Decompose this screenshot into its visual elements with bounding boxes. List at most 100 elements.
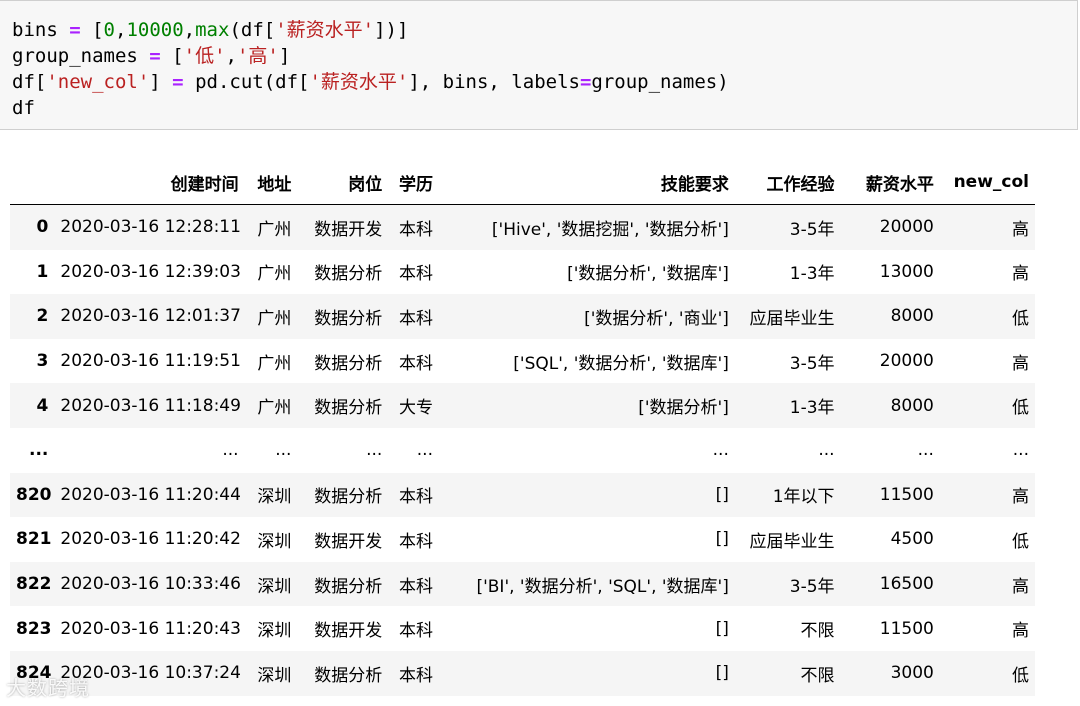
table-cell: 应届毕业生 [749,531,835,552]
table-row: 820 2020-03-16 11:20:44 深圳 数据分析 本科 [] 1年以下 1150… [10,472,1035,518]
table-cell: 低 [1012,665,1029,686]
table-cell: ['数据分析'] [638,398,729,419]
table-cell: 2020-03-16 12:01:37 [60,306,241,327]
table-cell: 本科 [399,264,433,285]
table-cell: ... [818,440,835,461]
column-header: 岗位 [297,160,389,205]
table-cell: 高 [1012,576,1029,597]
table-cell: 高 [1012,621,1029,642]
table-cell: 不限 [800,665,835,686]
code-token: ] [278,45,291,67]
code-cell[interactable]: bins = [0,10000,max(df['薪资水平'])] group_n… [0,0,1078,130]
code-token: '薪资水平' [309,71,409,93]
code-line: df['new_col'] = pd.cut(df['薪资水平'], bins,… [12,71,729,93]
table-cell: 深圳 [257,665,292,686]
row-index: 0 [36,217,49,238]
table-cell: [] [715,618,729,639]
table-cell: 数据开发 [314,531,383,552]
table-cell: 高 [1012,487,1029,508]
table-row: 4 2020-03-16 11:18:49 广州 数据分析 大专 ['数据分析'] 1-3年… [10,383,1035,428]
column-header: 创建时间 [54,160,245,205]
table-row: 2 2020-03-16 12:01:37 广州 数据分析 本科 ['数据分析', '商业… [10,294,1035,339]
table-cell: 深圳 [257,576,292,597]
table-cell: 深圳 [257,531,292,552]
table-cell: 20000 [879,351,934,372]
code-token: bins [12,19,70,41]
code-token: max [195,19,230,41]
row-index: ... [29,440,49,461]
table-cell: 11500 [879,618,934,639]
table-cell: 数据分析 [314,264,383,285]
table-cell: 3-5年 [789,576,835,597]
table-cell: 1-3年 [789,264,835,285]
code-token: ] [149,71,173,93]
table-cell: 数据分析 [314,665,383,686]
code-token: = [172,71,184,93]
table-cell: 2020-03-16 11:20:44 [60,484,241,505]
table-row: 3 2020-03-16 11:19:51 广州 数据分析 本科 ['SQL', '数据分… [10,339,1035,384]
table-cell: ... [275,440,292,461]
table-cell: 广州 [257,264,292,285]
code-token: 0 [103,19,115,41]
table-cell: 本科 [399,621,433,642]
table-row: ........................... [10,428,1035,473]
code-token: = [149,45,161,67]
table-row: 822 2020-03-16 10:33:46 深圳 数据分析 本科 ['BI', '数据… [10,561,1035,607]
table-cell: 本科 [399,487,433,508]
row-index: 4 [36,395,49,416]
row-index: 823 [16,618,52,639]
code-editor[interactable]: bins = [0,10000,max(df['薪资水平'])] group_n… [12,17,729,121]
table-cell: ... [222,440,239,461]
index-header [10,160,55,205]
table-cell: 大专 [399,398,433,419]
table-cell: 本科 [399,576,433,597]
table-cell: 数据分析 [314,487,383,508]
table-cell: 2020-03-16 11:18:49 [60,395,241,416]
code-line: df [12,97,35,119]
code-token: , [115,19,127,41]
table-cell: [] [715,484,729,505]
code-token: df[ [12,71,47,93]
row-index: 820 [16,484,52,505]
code-token: '高' [236,45,279,67]
table-row: 824 2020-03-16 10:37:24 深圳 数据分析 本科[] 不限 3000 低 [10,650,1035,696]
table-cell: 数据分析 [314,576,383,597]
table-cell: 2020-03-16 12:28:11 [60,217,241,238]
table-cell: 13000 [879,261,934,282]
table-cell: ... [1012,440,1029,461]
column-header: 工作经验 [734,160,841,205]
column-header: 学历 [388,160,439,205]
code-token: 'new_col' [46,71,150,93]
table-cell: 11500 [879,484,934,505]
column-header: 薪资水平 [840,160,940,205]
table-cell: 2020-03-16 10:33:46 [60,574,241,595]
column-header: new_col [939,160,1035,205]
table-cell: 高 [1012,219,1029,240]
table-cell: 低 [1012,308,1029,329]
table-cell: 本科 [399,353,433,374]
table-cell: ... [366,440,383,461]
table-cell: 数据开发 [314,621,383,642]
table-cell: 数据分析 [314,353,383,374]
table-cell: ['数据分析', '商业'] [584,308,729,329]
table-row: 823 2020-03-16 11:20:43 深圳 数据开发 本科 [] 不限 11500 高 [10,606,1035,651]
code-line: group_names = ['低','高'] [12,45,290,67]
code-token: group_names [12,45,150,67]
code-token: '薪资水平' [275,19,375,41]
table-cell: 不限 [800,621,835,642]
table-cell: 本科 [399,665,433,686]
table-cell: 16500 [879,574,934,595]
table-cell: 数据开发 [314,219,383,240]
table-cell: 高 [1012,353,1029,374]
code-line: bins = [0,10000,max(df['薪资水平'])] [12,19,408,41]
table-cell: 2020-03-16 11:20:42 [60,529,241,550]
code-token: , [225,45,237,67]
table-cell: 3-5年 [789,353,835,374]
table-row: 0 2020-03-16 12:28:11 广州 数据开发 本科 ['Hive', '数据… [10,204,1035,250]
table-cell: 广州 [257,353,292,374]
code-token: ], bins, labels [408,71,580,93]
code-token: = [69,19,81,41]
code-token: group_names) [591,71,729,93]
code-token: [ [80,19,104,41]
column-header: 地址 [244,160,298,205]
